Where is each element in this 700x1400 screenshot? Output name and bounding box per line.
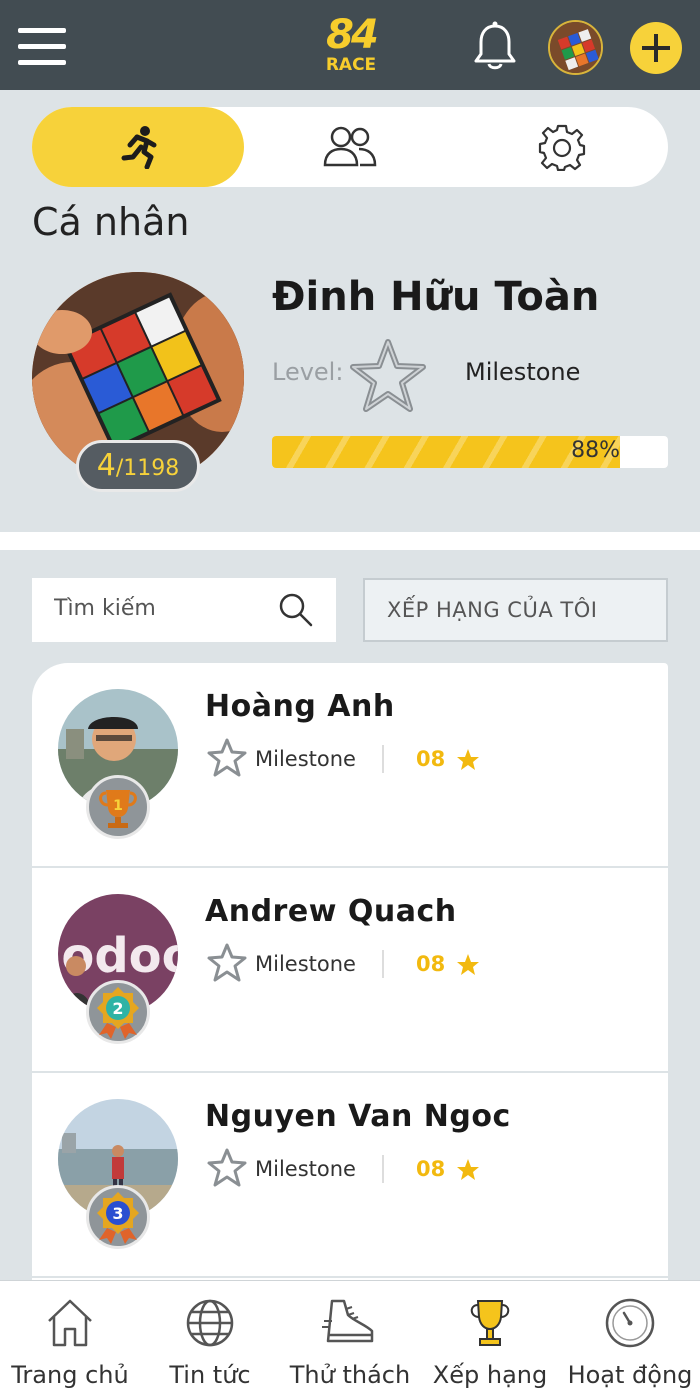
search-input[interactable] bbox=[54, 596, 284, 621]
search-icon[interactable] bbox=[278, 592, 314, 632]
leaderboard-name: Andrew Quach bbox=[205, 894, 457, 929]
milestone-star-icon bbox=[206, 942, 248, 988]
nav-news[interactable]: Tin tức bbox=[140, 1281, 280, 1400]
points-star-icon bbox=[456, 953, 480, 981]
trophy-icon bbox=[470, 1300, 510, 1346]
nav-label: Tin tức bbox=[169, 1361, 251, 1389]
level-progress-bar: 88% bbox=[272, 436, 668, 468]
app-logo: 84 RACE bbox=[318, 14, 384, 78]
bottom-navigation: Trang chủ Tin tức Thử thách Xếp hạng Hoạ… bbox=[0, 1280, 700, 1400]
leaderboard-level: Milestone bbox=[255, 1157, 356, 1181]
leaderboard-points: 08 bbox=[416, 952, 446, 976]
divider bbox=[382, 950, 384, 978]
rank-badge: 4/1198 bbox=[76, 440, 200, 492]
shoe-icon bbox=[322, 1299, 374, 1343]
progress-fill bbox=[272, 436, 621, 468]
tab-settings[interactable] bbox=[456, 107, 668, 187]
leaderboard-points: 08 bbox=[416, 1157, 446, 1181]
top-app-bar: 84 RACE bbox=[0, 0, 700, 90]
add-button[interactable] bbox=[630, 22, 682, 74]
leaderboard-name: Nguyen Van Ngoc bbox=[205, 1099, 511, 1134]
rank-value: 4 bbox=[96, 448, 116, 483]
tab-group[interactable] bbox=[244, 107, 456, 187]
nav-ranking[interactable]: Xếp hạng bbox=[420, 1281, 560, 1400]
section-divider bbox=[0, 532, 700, 550]
leaderboard-level: Milestone bbox=[255, 747, 356, 771]
menu-icon[interactable] bbox=[18, 28, 66, 66]
leaderboard-name: Hoàng Anh bbox=[205, 689, 395, 724]
nav-challenges[interactable]: Thử thách bbox=[280, 1281, 420, 1400]
speedometer-icon bbox=[605, 1298, 655, 1348]
gear-icon bbox=[538, 124, 586, 171]
section-title: Cá nhân bbox=[32, 200, 190, 244]
level-star-icon bbox=[348, 336, 428, 416]
nav-activity[interactable]: Hoạt động bbox=[560, 1281, 700, 1400]
tab-personal[interactable] bbox=[32, 107, 244, 187]
my-rank-button[interactable]: XẾP HẠNG CỦA TÔI bbox=[363, 578, 668, 642]
nav-label: Thử thách bbox=[289, 1361, 411, 1389]
leaderboard-points: 08 bbox=[416, 747, 446, 771]
nav-label: Xếp hạng bbox=[432, 1361, 548, 1389]
group-icon bbox=[323, 126, 377, 167]
progress-text: 88% bbox=[571, 438, 620, 463]
medal-gold-icon: 1 bbox=[86, 775, 150, 839]
list-item[interactable]: odoo 2 Andrew Quach Milestone 08 bbox=[32, 868, 668, 1073]
divider bbox=[382, 745, 384, 773]
user-name: Đinh Hữu Toàn bbox=[272, 274, 600, 320]
home-icon bbox=[48, 1299, 92, 1347]
list-item[interactable]: 1 Hoàng Anh Milestone 08 bbox=[32, 663, 668, 868]
milestone-star-icon bbox=[206, 737, 248, 783]
level-label: Level: bbox=[272, 358, 344, 386]
milestone-star-icon bbox=[206, 1147, 248, 1193]
svg-text:1: 1 bbox=[113, 798, 123, 814]
user-avatar[interactable] bbox=[548, 20, 603, 75]
svg-text:3: 3 bbox=[112, 1204, 123, 1223]
medal-silver-icon: 2 bbox=[86, 980, 150, 1044]
runner-icon bbox=[121, 126, 157, 169]
logo-text: RACE bbox=[325, 55, 377, 75]
divider bbox=[382, 1155, 384, 1183]
list-item[interactable]: 3 Nguyen Van Ngoc Milestone 08 bbox=[32, 1073, 668, 1278]
svg-text:2: 2 bbox=[112, 999, 123, 1018]
medal-bronze-icon: 3 bbox=[86, 1185, 150, 1249]
rank-total: /1198 bbox=[115, 456, 180, 481]
svg-text:odoo: odoo bbox=[61, 928, 178, 984]
nav-home[interactable]: Trang chủ bbox=[0, 1281, 140, 1400]
points-star-icon bbox=[456, 1158, 480, 1186]
logo-number: 84 bbox=[326, 12, 379, 58]
bell-icon[interactable] bbox=[472, 20, 518, 72]
points-star-icon bbox=[456, 748, 480, 776]
level-name: Milestone bbox=[465, 358, 581, 386]
leaderboard-list: 1 Hoàng Anh Milestone 08 odoo bbox=[32, 663, 668, 1280]
nav-label: Trang chủ bbox=[11, 1361, 129, 1389]
leaderboard-level: Milestone bbox=[255, 952, 356, 976]
profile-tabs bbox=[32, 107, 668, 187]
globe-icon bbox=[186, 1299, 234, 1347]
nav-label: Hoạt động bbox=[567, 1361, 693, 1389]
